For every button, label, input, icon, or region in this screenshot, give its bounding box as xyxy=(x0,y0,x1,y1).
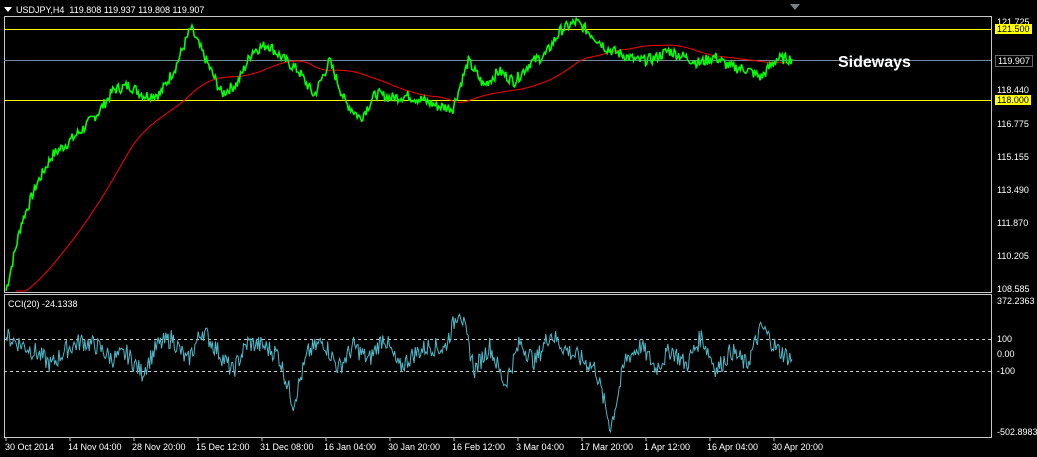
cci-tick-max: 372.2363 xyxy=(997,296,1035,306)
time-tick: 30 Jan 20:00 xyxy=(388,442,441,452)
time-tick: 16 Feb 12:00 xyxy=(452,442,506,452)
time-tick: 28 Nov 20:00 xyxy=(132,442,186,452)
ohlc-values: 119.808 119.937 119.808 119.907 xyxy=(69,5,205,15)
cci-tick-plus100: 100 xyxy=(997,334,1013,344)
chart-shift-marker-icon[interactable] xyxy=(790,4,800,10)
cci-tick-minus100: -100 xyxy=(997,366,1016,376)
sideways-annotation[interactable]: Sideways xyxy=(838,54,911,72)
chart-header: USDJPY,H4 119.808 119.937 119.808 119.90… xyxy=(4,5,204,15)
price-series-line xyxy=(5,16,793,291)
indicator-panel-frame xyxy=(4,294,992,438)
time-tick: 17 Mar 20:00 xyxy=(580,442,634,452)
time-tick: 16 Jan 04:00 xyxy=(324,442,377,452)
time-tick: 30 Apr 20:00 xyxy=(772,442,824,452)
support-price-label: 118.000 xyxy=(995,95,1031,105)
moving-average-line xyxy=(15,44,792,292)
price-tick: 116.775 xyxy=(997,119,1029,129)
current-price-label: 119.907 xyxy=(995,55,1033,67)
price-tick: 113.490 xyxy=(997,185,1029,195)
price-tick: 110.205 xyxy=(997,251,1029,261)
price-tick: 108.585 xyxy=(997,284,1030,294)
price-tick: 118.440 xyxy=(997,85,1029,95)
cci-series-line xyxy=(5,312,793,434)
dropdown-triangle-icon[interactable] xyxy=(4,7,12,12)
time-tick: 16 Apr 04:00 xyxy=(707,442,759,452)
time-tick: 31 Dec 08:00 xyxy=(260,442,314,452)
symbol-label: USDJPY,H4 xyxy=(16,5,65,15)
time-tick: 30 Oct 2014 xyxy=(5,442,55,452)
time-tick: 1 Apr 12:00 xyxy=(644,442,691,452)
time-tick: 15 Dec 12:00 xyxy=(196,442,250,452)
price-tick: 115.155 xyxy=(997,152,1029,162)
indicator-title: CCI(20) -24.1338 xyxy=(8,299,78,309)
price-tick: 111.870 xyxy=(997,218,1029,228)
time-tick: 14 Nov 04:00 xyxy=(68,442,122,452)
time-tick: 3 Mar 04:00 xyxy=(516,442,565,452)
cci-tick-zero: 0.00 xyxy=(997,349,1015,359)
cci-tick-min: -502.8983 xyxy=(997,427,1037,437)
resistance-price-label: 121.500 xyxy=(995,24,1032,34)
price-tick-partial: 121.725 xyxy=(997,17,1030,24)
